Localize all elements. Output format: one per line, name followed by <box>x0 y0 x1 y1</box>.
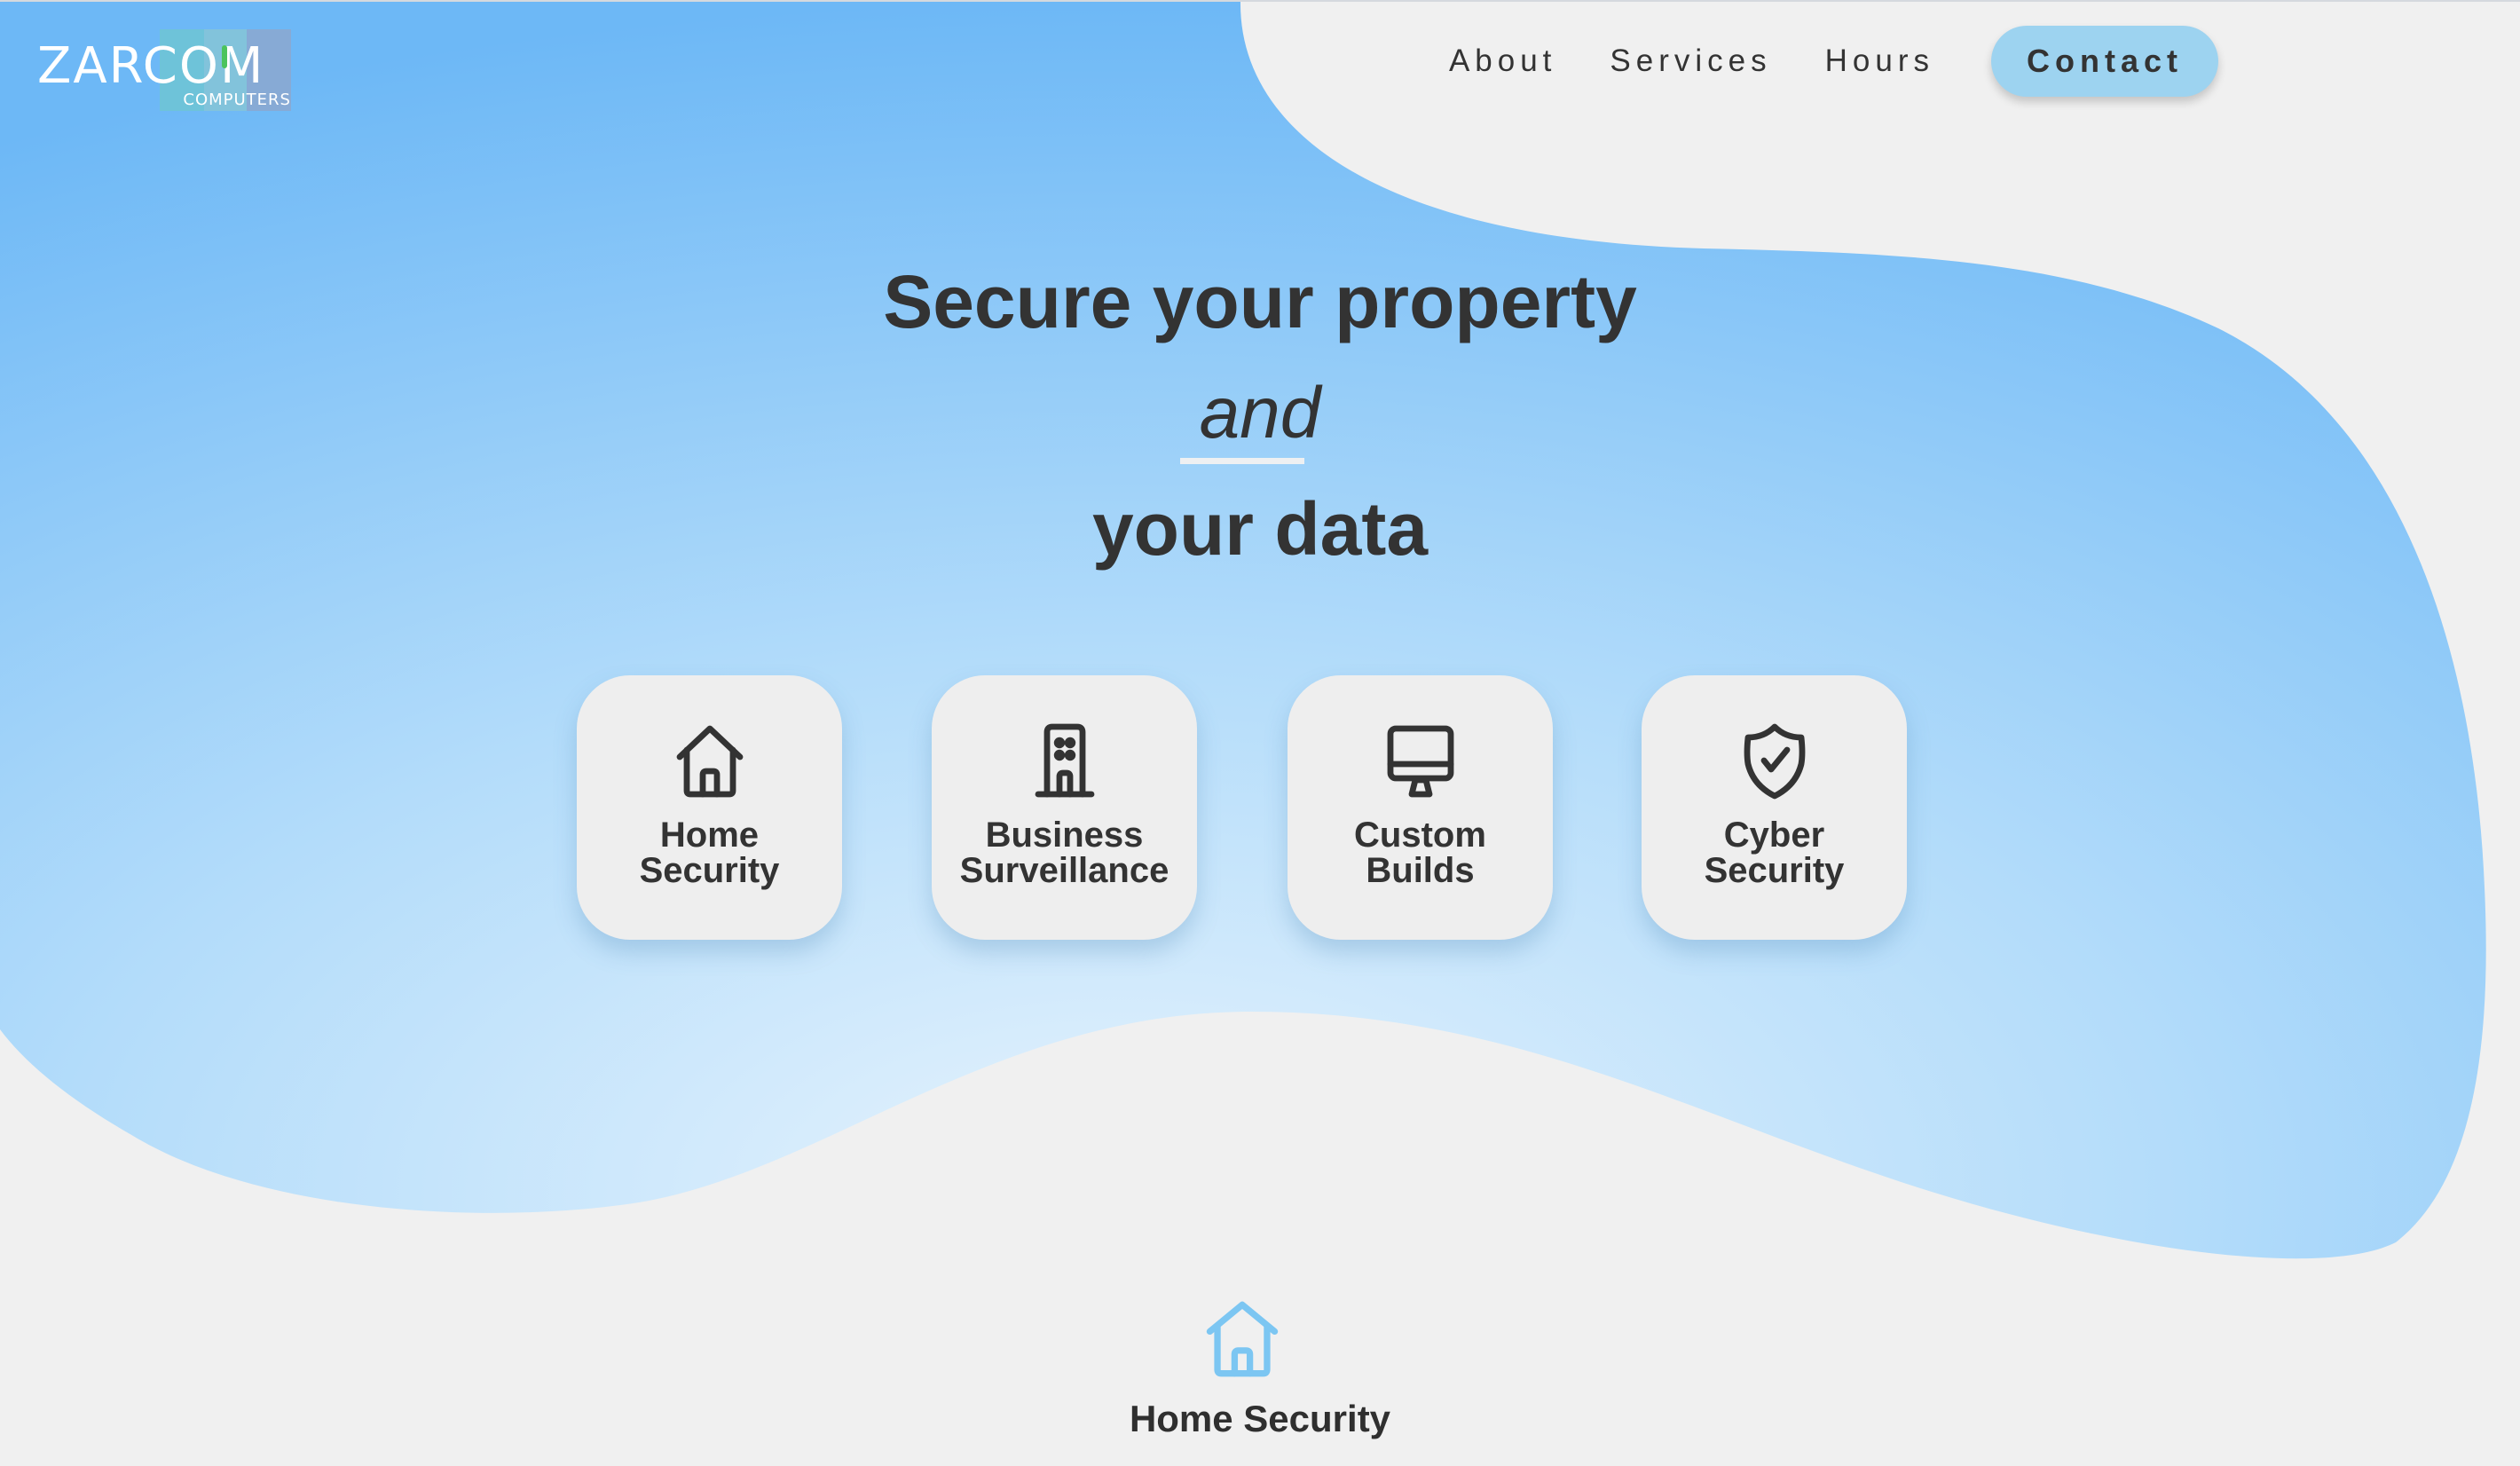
main-nav: About Services Hours Contact <box>1449 26 2218 97</box>
power-icon <box>222 45 227 68</box>
and-underline <box>1180 458 1304 464</box>
service-card-business-surveillance[interactable]: Business Surveillance <box>932 675 1197 940</box>
hero-headline-line1: Secure your property <box>883 260 1637 343</box>
nav-link-hours[interactable]: Hours <box>1825 43 1934 79</box>
service-label-line2: Builds <box>1366 851 1475 890</box>
service-card-label: Business Surveillance <box>932 817 1197 888</box>
logo-tagline: COMPUTERS <box>183 91 291 109</box>
service-card-custom-builds[interactable]: Custom Builds <box>1288 675 1553 940</box>
hero-headline-and: and <box>1199 373 1321 453</box>
logo-wordmark: ZARCOM <box>37 37 265 95</box>
hero-background-blob <box>0 0 2486 1259</box>
service-label-line1: Home <box>659 816 760 855</box>
shield-check-icon <box>1744 723 1806 800</box>
service-card-label: Home Security <box>577 817 842 888</box>
house-icon <box>1206 1301 1279 1377</box>
service-label-line2: Security <box>639 851 780 890</box>
zarcom-logo[interactable]: ZARCOM COMPUTERS <box>35 29 293 111</box>
service-label-line2: Surveillance <box>959 851 1169 890</box>
service-label-line2: Security <box>1704 851 1845 890</box>
service-card-label: Cyber Security <box>1642 817 1907 888</box>
contact-button[interactable]: Contact <box>1991 26 2218 97</box>
service-card-cyber-security[interactable]: Cyber Security <box>1642 675 1907 940</box>
service-card-label: Custom Builds <box>1288 817 1553 888</box>
building-icon <box>1035 723 1095 798</box>
hero-headline-line2: your data <box>1091 487 1429 571</box>
service-label-line1: Custom <box>1354 816 1486 855</box>
monitor-icon <box>1387 725 1454 798</box>
nav-link-services[interactable]: Services <box>1610 43 1771 79</box>
browser-top-border <box>0 0 2520 2</box>
service-label-line1: Business <box>985 816 1144 855</box>
house-icon <box>676 725 744 798</box>
nav-link-about[interactable]: About <box>1449 43 1556 79</box>
service-label-line1: Cyber <box>1723 816 1825 855</box>
blob-shape <box>0 0 2486 1259</box>
service-card-home-security[interactable]: Home Security <box>577 675 842 940</box>
section-title: Home Security <box>1129 1398 1391 1439</box>
